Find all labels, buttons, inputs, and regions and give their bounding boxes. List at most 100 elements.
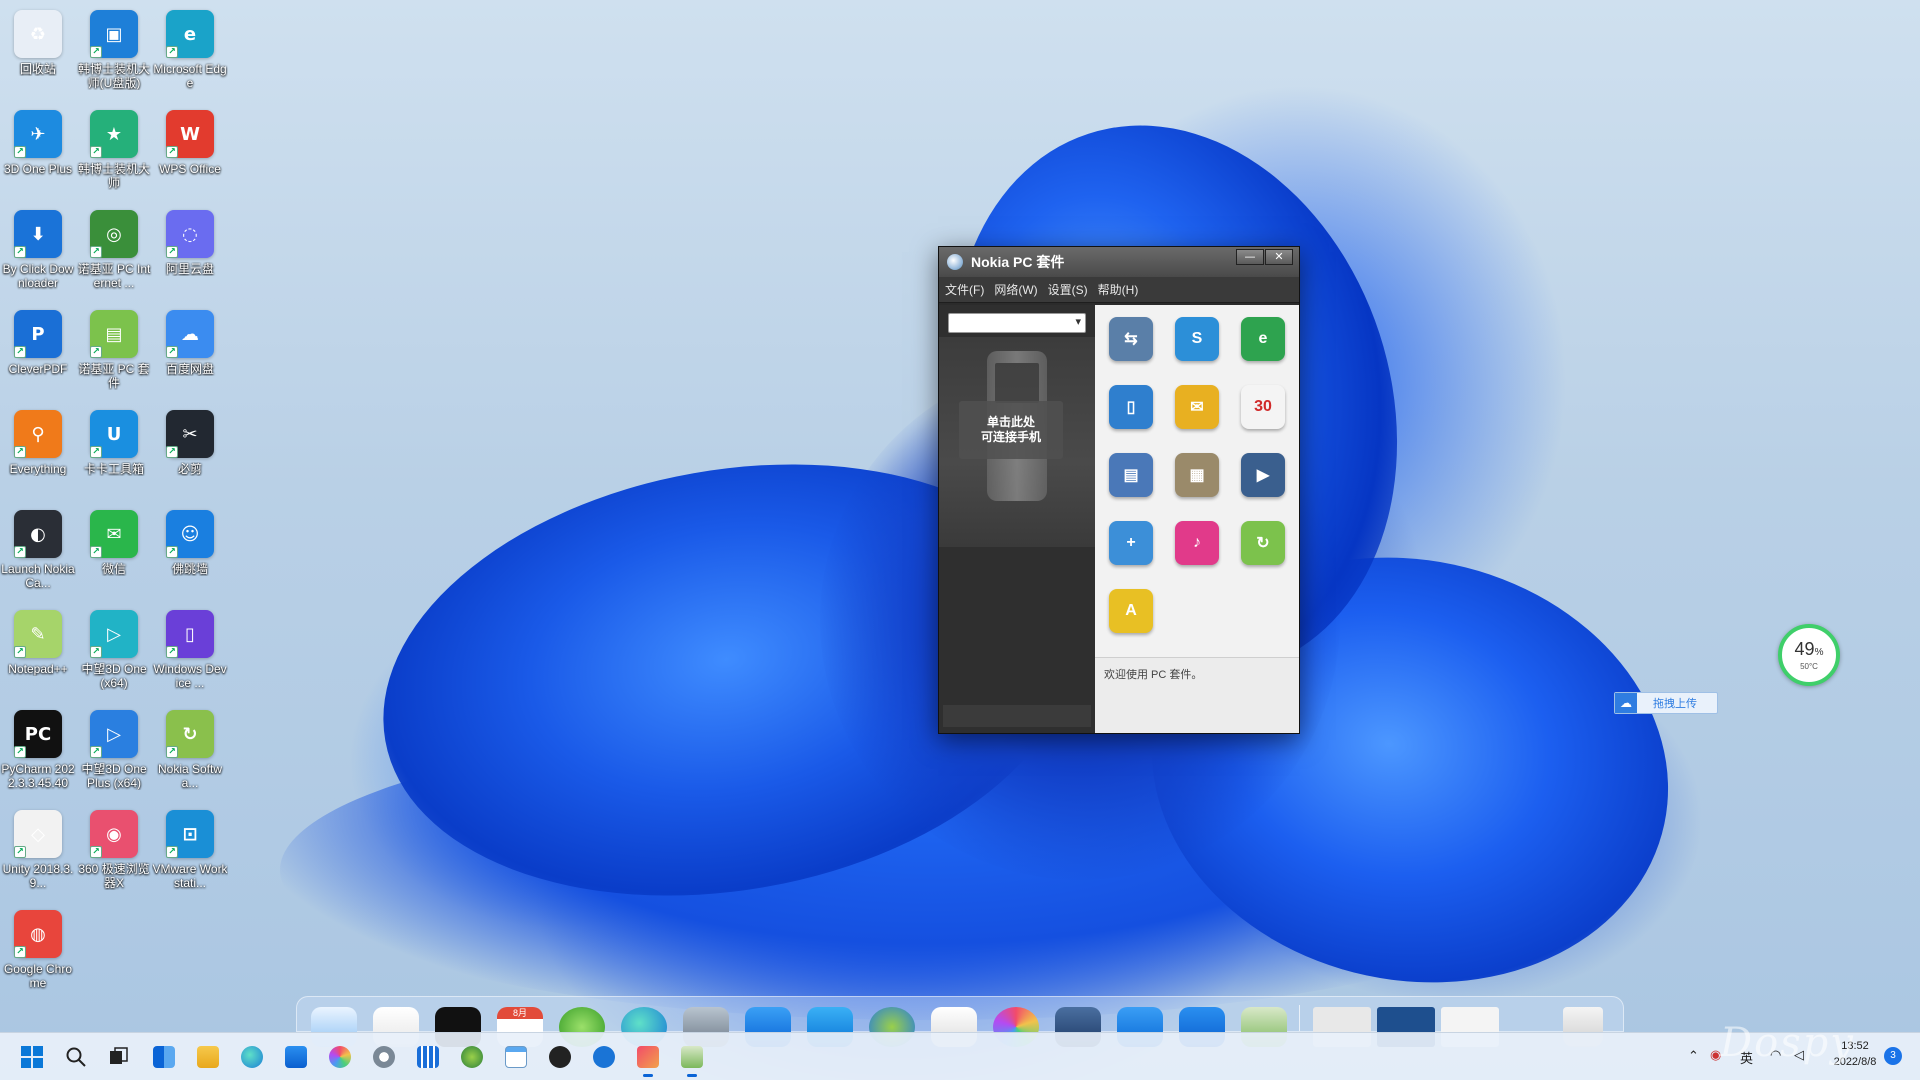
desktop-shortcut[interactable]: ◇ ↗ Unity 2018.3.9... <box>0 804 76 900</box>
desktop-shortcut[interactable]: ◐ ↗ Launch Nokia Ca... <box>0 504 76 600</box>
menu-settings[interactable]: 设置(S) <box>1048 281 1088 298</box>
desktop-shortcut[interactable]: ▷ ↗ 中望3D One Plus (x64) <box>76 704 152 800</box>
app-tile[interactable]: ▶ <box>1235 447 1291 503</box>
app-tile[interactable]: + <box>1103 515 1159 571</box>
desktop-shortcut-label: Unity 2018.3.9... <box>2 862 74 890</box>
video-app-icon: ▶ <box>1241 453 1285 497</box>
desktop-shortcut-label: CleverPDF <box>8 362 68 376</box>
shortcut-arrow-icon: ↗ <box>14 346 26 358</box>
desktop-shortcut-label: 卡卡工具箱 <box>83 462 144 476</box>
app-tile[interactable]: ♪ <box>1169 515 1225 571</box>
desktop-shortcut[interactable]: e ↗ Microsoft Edge <box>152 4 228 100</box>
baidu-netdisk-icon: ☁ ↗ <box>166 310 214 358</box>
app-tile[interactable]: ✉ <box>1169 379 1225 435</box>
app-tile[interactable]: 30 <box>1235 379 1291 435</box>
shortcut-arrow-icon: ↗ <box>166 546 178 558</box>
desktop-shortcut[interactable]: ✎ ↗ Notepad++ <box>0 604 76 700</box>
desktop-shortcut[interactable]: ▯ ↗ Windows Device ... <box>152 604 228 700</box>
snipping-tool-icon <box>637 1046 659 1068</box>
contacts-app-icon: ▯ <box>1109 385 1153 429</box>
menu-network[interactable]: 网络(W) <box>994 281 1037 298</box>
start-button[interactable] <box>16 1041 48 1073</box>
notepad-taskbar-button[interactable] <box>500 1041 532 1073</box>
connect-line-1: 单击此处 <box>986 415 1035 429</box>
search-magnifier-icon: ⚲ ↗ <box>14 410 62 458</box>
desktop-shortcut[interactable]: ▤ ↗ 诺基亚 PC 套件 <box>76 304 152 400</box>
store-taskbar-button[interactable] <box>280 1041 312 1073</box>
snipping-taskbar-button[interactable] <box>632 1041 664 1077</box>
desktop-shortcut[interactable]: ⊡ ↗ VMware Workstati... <box>152 804 228 900</box>
desktop-shortcut[interactable]: P ↗ CleverPDF <box>0 304 76 400</box>
shortcut-arrow-icon: ↗ <box>14 146 26 158</box>
nokia-software-icon: ↻ ↗ <box>166 710 214 758</box>
desktop-shortcut[interactable]: ♻ 回收站 <box>0 4 76 100</box>
desktop-shortcut[interactable]: ✉ ↗ 微信 <box>76 504 152 600</box>
desktop-shortcut[interactable]: ◉ ↗ 360 极速浏览器X <box>76 804 152 900</box>
desktop-shortcut[interactable]: ⚲ ↗ Everything <box>0 404 76 500</box>
widgets-button[interactable] <box>148 1041 180 1073</box>
desktop-shortcut[interactable]: ☺ ↗ 佛跳墙 <box>152 504 228 600</box>
notification-badge[interactable]: 3 <box>1884 1047 1902 1065</box>
desktop-shortcut-label: 韩博士装机大师(U盘版) <box>77 62 150 90</box>
desktop-shortcut[interactable]: ⬇ ↗ By Click Downloader <box>0 204 76 300</box>
desktop-shortcut[interactable]: ◌ ↗ 阿里云盘 <box>152 204 228 300</box>
unity-icon: ◇ ↗ <box>14 810 62 858</box>
desktop-shortcut-label: 必剪 <box>177 462 202 476</box>
desktop-shortcut[interactable]: ▷ ↗ 中望3D One (x64) <box>76 604 152 700</box>
desktop-shortcut[interactable]: ★ ↗ 韩博士装机大师 <box>76 104 152 200</box>
task-view-button[interactable] <box>102 1041 134 1073</box>
device-select[interactable] <box>948 313 1086 333</box>
media-player-taskbar-button[interactable] <box>544 1041 576 1073</box>
desktop-shortcut-label: 回收站 <box>19 62 56 76</box>
app-tile[interactable]: ↻ <box>1235 515 1291 571</box>
settings-taskbar-button[interactable] <box>368 1041 400 1073</box>
desktop-shortcut[interactable]: U ↗ 卡卡工具箱 <box>76 404 152 500</box>
shortcut-arrow-icon: ↗ <box>90 46 102 58</box>
desktop-shortcut[interactable]: ☁ ↗ 百度网盘 <box>152 304 228 400</box>
app-tile[interactable]: S <box>1169 311 1225 367</box>
phone-preview[interactable]: 单击此处 可连接手机 <box>939 337 1095 547</box>
desktop-shortcut-label: 诺基亚 PC 套件 <box>78 362 150 390</box>
desktop-shortcut[interactable]: ◍ ↗ Google Chrome <box>0 904 76 1000</box>
drag-upload-widget[interactable]: ☁ 拖拽上传 <box>1614 692 1718 714</box>
nokia-update-app-icon: ↻ <box>1241 521 1285 565</box>
app-tile[interactable]: ▤ <box>1103 447 1159 503</box>
desktop-shortcut[interactable]: ✈ ↗ 3D One Plus <box>0 104 76 200</box>
desktop-shortcut[interactable]: W ↗ WPS Office <box>152 104 228 200</box>
system-monitor-widget[interactable]: 49% 50°C <box>1778 624 1840 686</box>
calculator-taskbar-button[interactable] <box>412 1041 444 1073</box>
file-explorer-button[interactable] <box>192 1041 224 1073</box>
app-tile[interactable]: e <box>1235 311 1291 367</box>
app-tile[interactable]: ⇆ <box>1103 311 1159 367</box>
show-hidden-icons-button[interactable]: ⌃ <box>1688 1048 1699 1064</box>
desktop-shortcut[interactable]: ✂ ↗ 必剪 <box>152 404 228 500</box>
menu-help[interactable]: 帮助(H) <box>1098 281 1139 298</box>
app-tile[interactable]: A <box>1103 583 1159 639</box>
messages-app-icon: ✉ <box>1175 385 1219 429</box>
app-tile[interactable]: ▦ <box>1169 447 1225 503</box>
desktop-shortcut[interactable]: ◎ ↗ 诺基亚 PC Internet ... <box>76 204 152 300</box>
app-tile[interactable]: ▯ <box>1103 379 1159 435</box>
connect-phone-button[interactable]: 单击此处 可连接手机 <box>959 401 1063 459</box>
input-method-taskbar-button[interactable] <box>588 1041 620 1073</box>
nokia-internet-taskbar-button[interactable] <box>456 1041 488 1073</box>
menu-file[interactable]: 文件(F) <box>945 281 984 298</box>
browser-360-taskbar-button[interactable] <box>324 1041 356 1073</box>
shortcut-arrow-icon: ↗ <box>166 846 178 858</box>
drag-upload-label: 拖拽上传 <box>1653 698 1697 710</box>
image-store-app-icon: ▦ <box>1175 453 1219 497</box>
minimize-button[interactable]: — <box>1236 249 1264 265</box>
nokia-pc-suite-window[interactable]: Nokia PC 套件 — ✕ 文件(F) 网络(W) 设置(S) 帮助(H) … <box>938 246 1300 734</box>
desktop-shortcut[interactable]: PC ↗ PyCharm 2022.3.3.45.40 <box>0 704 76 800</box>
search-button[interactable] <box>60 1041 92 1073</box>
close-button[interactable]: ✕ <box>1265 249 1293 265</box>
desktop-shortcut[interactable]: ↻ ↗ Nokia Softwa... <box>152 704 228 800</box>
desktop-shortcut-label: VMware Workstati... <box>152 862 228 890</box>
edge-taskbar-button[interactable] <box>236 1041 268 1073</box>
input-method-icon <box>593 1046 615 1068</box>
desktop-shortcut-label: 韩博士装机大师 <box>77 162 150 190</box>
notepad-plus-icon: ✎ ↗ <box>14 610 62 658</box>
nokia-suite-taskbar-button[interactable] <box>676 1041 708 1077</box>
window-titlebar[interactable]: Nokia PC 套件 — ✕ <box>939 247 1299 277</box>
desktop-shortcut[interactable]: ▣ ↗ 韩博士装机大师(U盘版) <box>76 4 152 100</box>
